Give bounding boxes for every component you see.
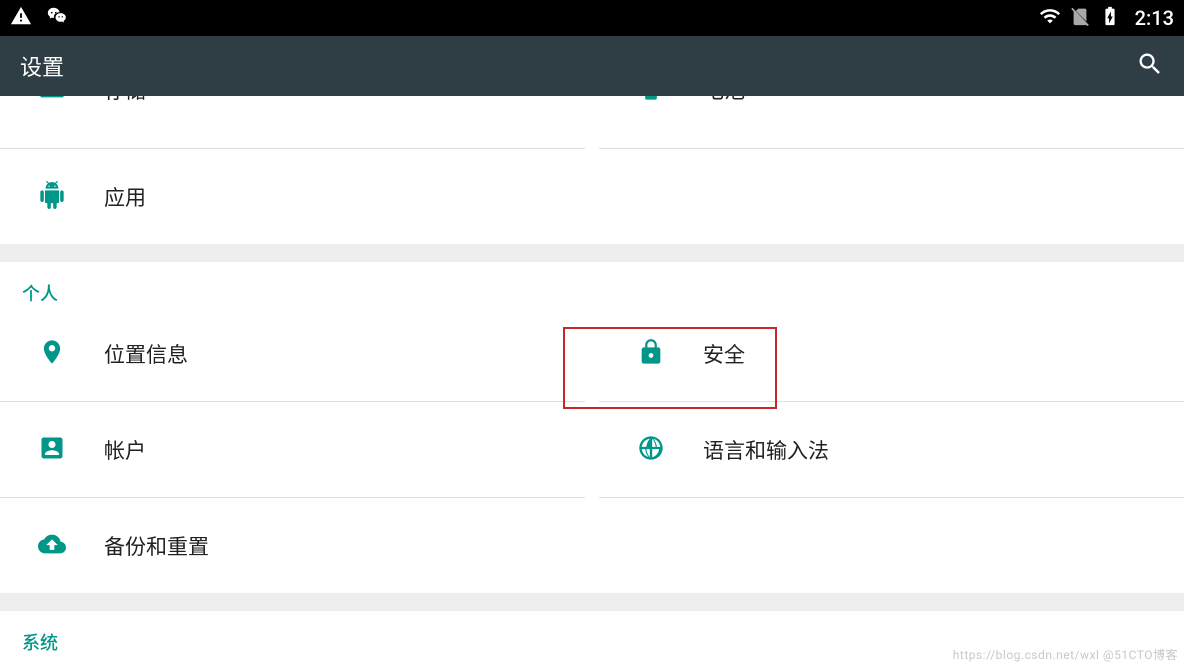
status-bar: 2:13 xyxy=(0,0,1184,36)
item-backup-reset[interactable]: 备份和重置 xyxy=(0,498,585,593)
wifi-icon xyxy=(1039,5,1061,31)
item-label: 语言和输入法 xyxy=(703,435,829,465)
item-label: 安全 xyxy=(703,339,745,369)
account-icon xyxy=(38,434,66,466)
section-header-personal: 个人 xyxy=(0,262,1184,306)
item-label: 帐户 xyxy=(104,435,146,465)
apps-icon xyxy=(38,181,66,213)
location-icon xyxy=(38,338,66,370)
battery-charging-icon xyxy=(1099,5,1121,31)
item-battery[interactable]: 电池 xyxy=(599,96,1184,137)
globe-icon xyxy=(637,434,665,466)
item-label: 位置信息 xyxy=(104,339,188,369)
warning-icon xyxy=(10,5,32,31)
page-title: 设置 xyxy=(20,50,64,82)
item-apps[interactable]: 应用 xyxy=(0,149,585,244)
item-accounts[interactable]: 帐户 xyxy=(0,402,585,497)
watermark: https://blog.csdn.net/wxl @51CTO博客 xyxy=(953,646,1178,663)
item-label: 应用 xyxy=(104,182,146,212)
storage-icon xyxy=(38,96,66,106)
section-personal: 个人 位置信息 安全 帐户 语言和输入法 备份和重置 xyxy=(0,262,1184,593)
item-storage[interactable]: 存储 xyxy=(0,96,585,137)
item-language-input[interactable]: 语言和输入法 xyxy=(599,402,1184,497)
search-button[interactable] xyxy=(1136,50,1164,82)
wechat-icon xyxy=(46,5,68,31)
clock-label: 2:13 xyxy=(1135,6,1174,30)
cloud-upload-icon xyxy=(38,530,66,562)
section-device-partial: 存储 电池 应用 xyxy=(0,96,1184,244)
lock-icon xyxy=(637,338,665,370)
item-label: 存储 xyxy=(104,96,146,105)
item-security[interactable]: 安全 xyxy=(599,306,1184,401)
settings-scroll[interactable]: 存储 电池 应用 个人 位置信息 xyxy=(0,96,1184,666)
item-label: 备份和重置 xyxy=(104,531,209,561)
item-label: 电池 xyxy=(703,96,745,105)
no-sim-icon xyxy=(1069,5,1091,31)
battery-icon xyxy=(637,96,665,106)
item-location[interactable]: 位置信息 xyxy=(0,306,585,401)
app-bar: 设置 xyxy=(0,36,1184,96)
